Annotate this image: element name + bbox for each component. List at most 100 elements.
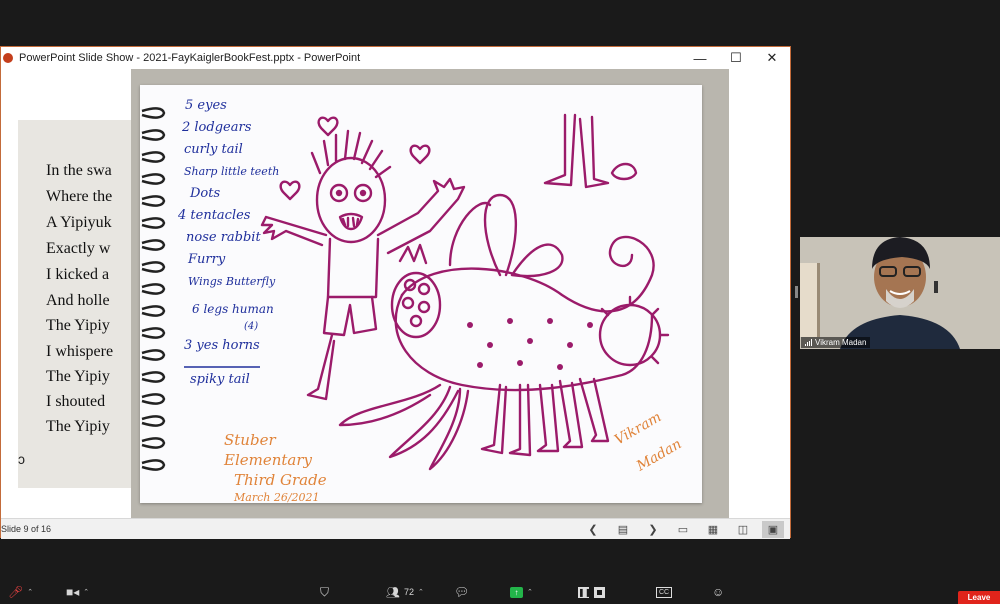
security-button[interactable]: ⛉	[320, 584, 329, 600]
boots-doodle	[543, 113, 610, 189]
kid-body	[326, 237, 380, 299]
school-note-line: Third Grade	[234, 471, 327, 489]
closed-caption-button[interactable]: CC	[656, 584, 673, 600]
feature-item: 2 lodgears	[181, 120, 252, 135]
minimize-button[interactable]: —	[682, 47, 718, 69]
feature-item: 4 tentacles	[177, 208, 251, 223]
stop-icon	[594, 586, 605, 598]
heart-doodle	[409, 144, 431, 165]
sketchbook-page: 5 eyes 2 lodgears curly tail Sharp littl…	[140, 85, 702, 503]
slide-counter: Slide 9 of 16	[1, 524, 52, 534]
slide-sorter-icon[interactable]: ▦	[702, 521, 724, 538]
chevron-up-icon[interactable]: ⌃	[527, 588, 533, 596]
book-line: In the swa	[46, 162, 112, 179]
close-button[interactable]: ✕	[754, 47, 790, 69]
pause-share-button[interactable]: ❚❚	[578, 584, 592, 600]
monster-tentacle	[428, 387, 470, 471]
book-line: Where the	[46, 188, 113, 205]
feature-item: 5 eyes	[185, 98, 227, 113]
reading-view-icon[interactable]: ◫	[732, 521, 754, 538]
ppt-statusbar: Slide 9 of 16 ❮ ▤ ❯ ▭ ▦ ◫ ▣	[1, 518, 790, 539]
spiral-binding	[141, 107, 166, 471]
meeting-toolbar: 🎤︎ ⌃ ■◂ ⌃ ⛉ 👥︎ 72 ⌃ 💬︎ ↑ ⌃ ❚❚ CC ☺︎	[0, 580, 1000, 604]
book-line: A Yipiyuk	[46, 214, 112, 231]
book-line: The Yipiy	[46, 418, 110, 435]
previous-slide-icon[interactable]: ❮	[582, 521, 604, 538]
mute-button[interactable]: 🎤︎ ⌃	[8, 584, 33, 600]
school-note-line: Stuber	[224, 431, 276, 449]
next-slide-icon[interactable]: ❯	[642, 521, 664, 538]
stop-share-button[interactable]	[594, 584, 605, 600]
book-line: The Yipiy	[46, 368, 110, 385]
chat-button[interactable]: 💬︎	[454, 584, 469, 600]
book-margin-mark: ↄ	[18, 451, 25, 467]
artist-signature: Madan	[633, 436, 684, 475]
book-line: I kicked a	[46, 266, 110, 283]
slide-canvas[interactable]: In the swa Where the A Yipiyuk Exactly w…	[1, 69, 790, 518]
feature-item: Wings Butterfly	[188, 275, 276, 288]
normal-view-icon[interactable]: ▭	[672, 521, 694, 538]
microphone-muted-icon: 🎤︎	[8, 585, 24, 599]
monster-tentacle	[338, 383, 442, 427]
participant-video-tile[interactable]: Vikram Madan	[800, 237, 1000, 349]
school-note-line: March 26/2021	[233, 491, 320, 503]
shield-icon: ⛉	[320, 584, 330, 599]
chevron-up-icon[interactable]: ⌃	[27, 588, 33, 596]
signal-bars-icon	[805, 339, 812, 346]
feature-item: 6 legs human	[192, 302, 274, 316]
participant-name-label: Vikram Madan	[801, 337, 871, 348]
book-page-excerpt: In the swa Where the A Yipiyuk Exactly w…	[18, 120, 138, 488]
heart-doodle	[317, 116, 339, 137]
slideshow-controls: ❮ ▤ ❯ ▭ ▦ ◫ ▣	[582, 519, 784, 540]
feature-item: nose rabbit	[186, 230, 261, 245]
zoom-meeting-window: PowerPoint Slide Show - 2021-FayKaiglerB…	[0, 0, 1000, 604]
powerpoint-app-icon	[3, 53, 13, 63]
kid-hair	[310, 129, 392, 179]
book-line: And holle	[46, 292, 110, 309]
feature-item: 3 yes horns	[184, 338, 260, 353]
book-line: I whispere	[46, 343, 114, 360]
leave-meeting-button[interactable]: Leave	[958, 591, 1000, 604]
closed-caption-icon: CC	[656, 586, 673, 598]
smiley-plus-icon: ☺︎	[712, 585, 725, 599]
powerpoint-window: PowerPoint Slide Show - 2021-FayKaiglerB…	[0, 46, 791, 539]
maximize-button[interactable]: ☐	[718, 47, 754, 69]
butterfly-wing	[483, 193, 564, 278]
participants-button[interactable]: 👥︎ 72 ⌃	[386, 584, 424, 600]
book-line: I shouted	[46, 393, 106, 410]
feature-item: curly tail	[184, 142, 243, 157]
kid-arm-left	[260, 215, 328, 247]
video-button[interactable]: ■◂ ⌃	[66, 584, 89, 600]
feature-item: Sharp little teeth	[184, 165, 279, 178]
participant-name: Vikram Madan	[815, 338, 867, 347]
school-note-line: Elementary	[223, 451, 313, 469]
chevron-up-icon[interactable]: ⌃	[418, 588, 424, 596]
video-camera-icon: ■◂	[66, 585, 80, 599]
heart-doodle	[279, 180, 301, 201]
sketchbook-photo: 5 eyes 2 lodgears curly tail Sharp littl…	[131, 69, 729, 518]
ppt-window-title: PowerPoint Slide Show - 2021-FayKaiglerB…	[19, 52, 361, 64]
share-screen-button[interactable]: ↑ ⌃	[510, 584, 533, 600]
feature-item: Dots	[189, 186, 220, 201]
book-line: The Yipiy	[46, 317, 110, 334]
chevron-up-icon[interactable]: ⌃	[83, 588, 89, 596]
panel-resize-handle[interactable]	[795, 286, 798, 298]
monster-drawing: 5 eyes 2 lodgears curly tail Sharp littl…	[141, 98, 684, 503]
feature-item: (4)	[244, 321, 258, 332]
slide-menu-icon[interactable]: ▤	[612, 521, 634, 538]
kid-arm-right	[376, 177, 466, 255]
slideshow-view-icon[interactable]: ▣	[762, 521, 784, 538]
kid-leg	[306, 333, 336, 401]
ppt-titlebar[interactable]: PowerPoint Slide Show - 2021-FayKaiglerB…	[1, 47, 790, 69]
chat-bubble-icon: 💬︎	[454, 585, 470, 599]
reactions-button[interactable]: ☺︎	[712, 584, 724, 600]
participants-icon: 👥︎	[386, 586, 400, 599]
book-line: Exactly w	[46, 240, 111, 257]
pause-icon: ❚❚	[578, 586, 592, 598]
participants-count: 72	[403, 587, 414, 597]
feature-item: Furry	[187, 252, 226, 267]
window-controls: — ☐ ✕	[682, 47, 790, 69]
artist-signature: Vikram	[612, 409, 664, 448]
share-screen-icon: ↑	[510, 586, 523, 598]
feature-item: spiky tail	[190, 372, 250, 387]
